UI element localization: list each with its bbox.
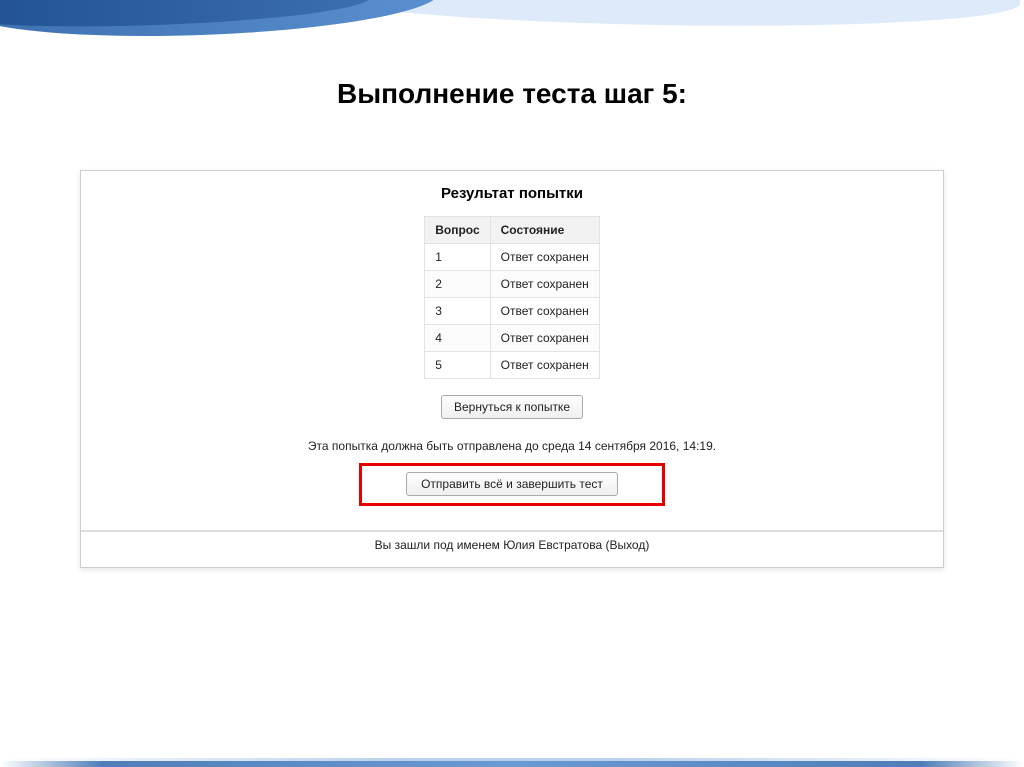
cell-question-state: Ответ сохранен — [490, 352, 599, 379]
slide-title: Выполнение теста шаг 5: — [0, 78, 1024, 110]
table-row: 5 Ответ сохранен — [425, 352, 600, 379]
logged-in-as-text: Вы зашли под именем Юлия Евстратова (Вых… — [81, 538, 943, 552]
cell-question-state: Ответ сохранен — [490, 298, 599, 325]
return-to-attempt-button[interactable]: Вернуться к попытке — [441, 395, 583, 419]
cell-question-num: 5 — [425, 352, 490, 379]
table-row: 2 Ответ сохранен — [425, 271, 600, 298]
table-row: 3 Ответ сохранен — [425, 298, 600, 325]
submit-highlight-box: Отправить всё и завершить тест — [359, 463, 665, 506]
col-header-state: Состояние — [490, 217, 599, 244]
table-row: 1 Ответ сохранен — [425, 244, 600, 271]
cell-question-state: Ответ сохранен — [490, 244, 599, 271]
submit-all-finish-button[interactable]: Отправить всё и завершить тест — [406, 472, 618, 496]
table-row: 4 Ответ сохранен — [425, 325, 600, 352]
col-header-question: Вопрос — [425, 217, 490, 244]
cell-question-num: 2 — [425, 271, 490, 298]
section-heading: Результат попытки — [81, 185, 943, 202]
cell-question-num: 1 — [425, 244, 490, 271]
decorative-top-bands — [0, 0, 1024, 80]
divider — [81, 530, 943, 532]
cell-question-state: Ответ сохранен — [490, 325, 599, 352]
cell-question-num: 3 — [425, 298, 490, 325]
cell-question-num: 4 — [425, 325, 490, 352]
quiz-summary-panel: Результат попытки Вопрос Состояние 1 Отв… — [80, 170, 944, 568]
decorative-bottom-line — [0, 761, 1024, 767]
deadline-text: Эта попытка должна быть отправлена до ср… — [81, 439, 943, 453]
cell-question-state: Ответ сохранен — [490, 271, 599, 298]
results-table: Вопрос Состояние 1 Ответ сохранен 2 Отве… — [424, 216, 600, 379]
